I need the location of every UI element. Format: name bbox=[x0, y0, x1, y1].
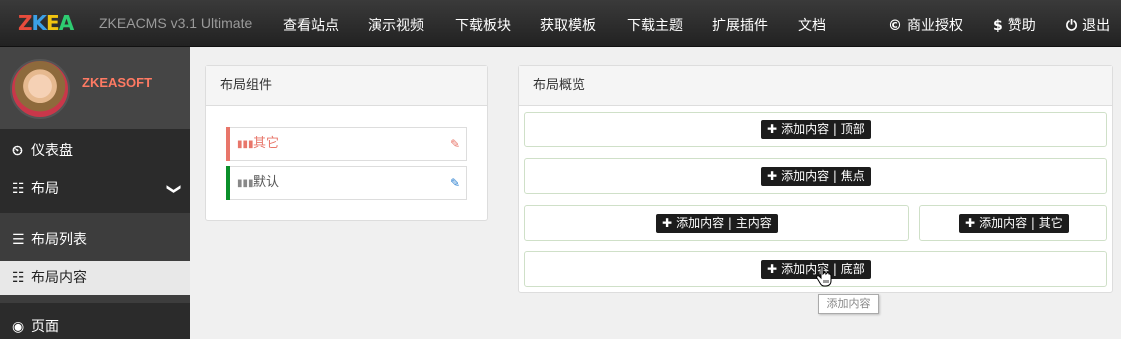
layout-components-panel: 布局组件 ▮▮▮其它 ✎ ▮▮▮默认 ✎ bbox=[205, 65, 488, 221]
nav-logout[interactable]: ⏻ 退出 bbox=[1066, 15, 1110, 35]
brand-version: ZKEACMS v3.1 Ultimate bbox=[99, 15, 253, 31]
add-content-other-button[interactable]: ✚ 添加内容 | 其它 bbox=[959, 214, 1069, 233]
layout-overview-panel: 布局概览 ✚ 添加内容 | 顶部 ✚ 添加内容 | 焦点 ✚ 添加内容 | 主内容 ✚… bbox=[518, 65, 1113, 293]
add-content-top-button[interactable]: ✚ 添加内容 | 顶部 bbox=[761, 120, 871, 139]
panel-title: 布局组件 bbox=[206, 66, 487, 106]
grid-icon: ☷ bbox=[12, 181, 25, 197]
plus-icon: ✚ bbox=[767, 122, 778, 136]
zone-focus: ✚ 添加内容 | 焦点 bbox=[524, 158, 1107, 194]
dashboard-icon: ⏲ bbox=[12, 143, 23, 159]
dollar-icon: $ bbox=[993, 18, 1003, 34]
sidebar-item-dashboard[interactable]: ⏲ 仪表盘 bbox=[0, 133, 190, 169]
hand-cursor-icon bbox=[816, 265, 832, 287]
plus-icon: ✚ bbox=[767, 262, 778, 276]
zkea-logo[interactable]: ZKEA bbox=[18, 11, 74, 35]
sidebar-item-pages[interactable]: ◉ 页面 bbox=[0, 309, 190, 339]
th-list-icon: ☷ bbox=[12, 270, 25, 286]
plus-icon: ✚ bbox=[965, 216, 976, 230]
nav-get-templates[interactable]: 获取模板 bbox=[540, 15, 596, 35]
avatar[interactable] bbox=[10, 59, 70, 119]
zone-top: ✚ 添加内容 | 顶部 bbox=[524, 112, 1107, 147]
nav-demo-video[interactable]: 演示视频 bbox=[368, 15, 424, 35]
nav-docs[interactable]: 文档 bbox=[798, 15, 826, 35]
panel-title: 布局概览 bbox=[519, 66, 1112, 106]
tooltip: 添加内容 bbox=[818, 294, 879, 314]
copyright-icon: © bbox=[888, 18, 902, 34]
nav-download-blocks[interactable]: 下载板块 bbox=[455, 15, 511, 35]
sidebar-item-layout-list[interactable]: ☰ 布局列表 bbox=[0, 222, 190, 258]
edit-icon[interactable]: ✎ bbox=[450, 128, 460, 160]
nav-download-themes[interactable]: 下载主题 bbox=[627, 15, 683, 35]
drag-handle-icon[interactable]: ▮▮▮ bbox=[237, 129, 254, 161]
sidebar-item-layout[interactable]: ☷ 布局 ❯ bbox=[0, 171, 190, 207]
sidebar-item-layout-content[interactable]: ☷ 布局内容 bbox=[0, 261, 190, 295]
nav-sponsor[interactable]: $ 赞助 bbox=[993, 15, 1036, 35]
add-content-main-button[interactable]: ✚ 添加内容 | 主内容 bbox=[656, 214, 778, 233]
eye-icon: ◉ bbox=[12, 319, 25, 335]
zone-other: ✚ 添加内容 | 其它 bbox=[919, 205, 1107, 241]
zone-main: ✚ 添加内容 | 主内容 bbox=[524, 205, 909, 241]
add-content-focus-button[interactable]: ✚ 添加内容 | 焦点 bbox=[761, 167, 871, 186]
nav-view-site[interactable]: 查看站点 bbox=[283, 15, 339, 35]
chevron-down-icon: ❯ bbox=[166, 183, 183, 195]
nav-commercial-license[interactable]: © 商业授权 bbox=[888, 15, 963, 35]
profile-username: ZKEASOFT bbox=[82, 75, 153, 90]
widget-default[interactable]: ▮▮▮默认 ✎ bbox=[226, 166, 467, 200]
top-navbar: ZKEA ZKEACMS v3.1 Ultimate 查看站点 演示视频 下载板… bbox=[0, 0, 1121, 47]
user-profile: ZKEASOFT bbox=[0, 47, 190, 129]
drag-handle-icon[interactable]: ▮▮▮ bbox=[237, 168, 254, 200]
plus-icon: ✚ bbox=[767, 169, 778, 183]
power-icon: ⏻ bbox=[1066, 18, 1078, 34]
sidebar: ZKEASOFT ⏲ 仪表盘 ☷ 布局 ❯ ☰ 布局列表 ☷ 布局内容 ◉ 页面 bbox=[0, 47, 190, 339]
nav-plugins[interactable]: 扩展插件 bbox=[712, 15, 768, 35]
edit-icon[interactable]: ✎ bbox=[450, 167, 460, 199]
plus-icon: ✚ bbox=[662, 216, 673, 230]
widget-other[interactable]: ▮▮▮其它 ✎ bbox=[226, 127, 467, 161]
list-icon: ☰ bbox=[12, 232, 25, 248]
